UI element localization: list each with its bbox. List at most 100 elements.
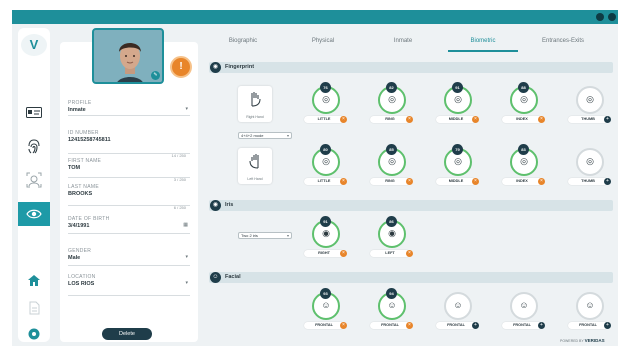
field-value[interactable]: BROOKS <box>68 191 190 197</box>
remove-capture-button[interactable]: × <box>406 178 413 185</box>
rail-item-settings[interactable] <box>18 322 50 346</box>
biometric-slot[interactable]: ◉ 91 RIGHT × <box>304 216 352 260</box>
biometric-slot[interactable]: ◎ 79 MIDDLE × <box>436 144 484 188</box>
field-label: LAST NAME <box>68 184 99 190</box>
biometric-slot[interactable]: ◉ 86 LEFT × <box>370 216 418 260</box>
add-capture-button[interactable]: + <box>472 322 479 329</box>
tab-bar: Biographic Physical Inmate Biometric Ent… <box>204 38 614 52</box>
rail-item-id-card[interactable] <box>18 100 50 124</box>
field-value[interactable]: Male <box>68 255 190 261</box>
chevron-down-icon[interactable]: ▾ <box>185 280 188 286</box>
left-hand-card[interactable]: Left Hand <box>238 148 272 184</box>
remove-capture-button[interactable]: × <box>340 250 347 257</box>
chevron-down-icon[interactable]: ▾ <box>185 106 188 112</box>
calendar-icon[interactable]: ▦ <box>183 222 188 228</box>
biometric-slot[interactable]: ☺ FRONTAL + <box>568 292 616 332</box>
field-value[interactable]: Inmate <box>68 107 190 113</box>
field-value[interactable]: 3/4/1991 <box>68 223 190 229</box>
profile-field[interactable]: LAST NAME BROOKS 6 / 250 <box>68 184 190 210</box>
face-icon: ☺ <box>519 300 529 310</box>
tab-entrances-exits[interactable]: Entrances-Exits <box>528 38 598 44</box>
fingerprint-icon: ◎ <box>520 94 528 104</box>
title-bar <box>12 10 618 24</box>
rail-item-face[interactable] <box>18 168 50 192</box>
face-icon: ☺ <box>210 272 221 283</box>
close-button[interactable] <box>608 13 616 21</box>
add-capture-button[interactable]: + <box>604 178 611 185</box>
slot-label: FRONTAL <box>436 322 476 329</box>
right-hand-card[interactable]: Right Hand <box>238 86 272 122</box>
biometric-slot[interactable]: ☺ FRONTAL + <box>436 292 484 332</box>
remove-capture-button[interactable]: × <box>406 322 413 329</box>
minimize-button[interactable] <box>596 13 604 21</box>
powered-by: POWERED BY VERIDAS <box>560 338 605 343</box>
remove-capture-button[interactable]: × <box>340 116 347 123</box>
remove-capture-button[interactable]: × <box>538 116 545 123</box>
biometric-slot[interactable]: ☺ 94 FRONTAL × <box>370 288 418 332</box>
biometric-slot[interactable]: ◎ 83 INDEX × <box>502 144 550 188</box>
fingerprint-icon: ◎ <box>454 94 462 104</box>
slot-label: INDEX <box>502 116 542 123</box>
capture-ring[interactable]: ◎ <box>576 148 604 176</box>
capture-mode-select[interactable]: 4+4+2 mode ▾ <box>238 132 292 139</box>
rail-item-fingerprint[interactable] <box>18 134 50 158</box>
biometric-slot[interactable]: ◎ THUMB + <box>568 148 616 188</box>
capture-ring[interactable]: ◎ <box>576 86 604 114</box>
biometric-slot[interactable]: ☺ 93 FRONTAL × <box>304 288 352 332</box>
biometric-slot[interactable]: ◎ 91 MIDDLE × <box>436 82 484 126</box>
tab-physical[interactable]: Physical <box>288 38 358 44</box>
profile-field[interactable]: DATE OF BIRTH 3/4/1991 ▦ <box>68 216 190 234</box>
add-capture-button[interactable]: + <box>538 322 545 329</box>
profile-card: ✎ ! PROFILE Inmate ▾ ID NUMBER 1241525874581… <box>60 28 198 342</box>
biometric-slot[interactable]: ◎ 88 INDEX × <box>502 82 550 126</box>
field-value[interactable]: 12415258745811 <box>68 137 190 143</box>
rail-item-home[interactable] <box>18 268 50 292</box>
face-icon: ☺ <box>321 300 331 310</box>
profile-field[interactable]: ID NUMBER 12415258745811 14 / 250 <box>68 130 190 158</box>
remove-capture-button[interactable]: × <box>406 116 413 123</box>
remove-capture-button[interactable]: × <box>472 178 479 185</box>
profile-field[interactable]: FIRST NAME TOM 3 / 250 <box>68 158 190 182</box>
biometric-slot[interactable]: ◎ 85 RING × <box>370 144 418 188</box>
slot-label: THUMB <box>568 116 608 123</box>
slot-label: RING <box>370 178 410 185</box>
delete-button[interactable]: Delete <box>102 328 152 340</box>
tab-biometric[interactable]: Biometric <box>448 38 518 44</box>
capture-ring[interactable]: ☺ <box>444 292 472 320</box>
capture-ring[interactable]: ☺ <box>510 292 538 320</box>
capture-ring[interactable]: ☺ <box>576 292 604 320</box>
field-value[interactable]: LOS RIOS <box>68 281 190 287</box>
profile-field[interactable]: PROFILE Inmate ▾ <box>68 100 190 116</box>
biometric-slot[interactable]: ◎ THUMB + <box>568 86 616 126</box>
fingerprint-section-header: ◉ Fingerprint <box>209 62 613 73</box>
quality-score-badge: 76 <box>320 82 331 93</box>
profile-photo[interactable]: ✎ <box>92 28 164 84</box>
rail-item-document[interactable] <box>18 296 50 320</box>
remove-capture-button[interactable]: × <box>340 322 347 329</box>
iris-mode-select[interactable]: Two 2 iris ▾ <box>238 232 292 239</box>
rail-item-iris[interactable] <box>18 202 50 226</box>
remove-capture-button[interactable]: × <box>538 178 545 185</box>
remove-capture-button[interactable]: × <box>406 250 413 257</box>
profile-field[interactable]: LOCATION LOS RIOS ▾ <box>68 274 190 296</box>
fingerprint-icon: ◎ <box>586 94 594 104</box>
alert-badge[interactable]: ! <box>170 56 192 78</box>
slot-label: MIDDLE <box>436 178 476 185</box>
remove-capture-button[interactable]: × <box>472 116 479 123</box>
biometric-slot[interactable]: ◎ 80 LITTLE × <box>304 144 352 188</box>
biometric-slot[interactable]: ◎ 76 LITTLE × <box>304 82 352 126</box>
powered-by-label: POWERED BY <box>560 339 584 343</box>
biometric-slot[interactable]: ◎ 82 RING × <box>370 82 418 126</box>
remove-capture-button[interactable]: × <box>340 178 347 185</box>
slot-label: FRONTAL <box>370 322 410 329</box>
slot-label: RIGHT <box>304 250 344 257</box>
field-value[interactable]: TOM <box>68 165 190 171</box>
tab-inmate[interactable]: Inmate <box>368 38 438 44</box>
add-capture-button[interactable]: + <box>604 116 611 123</box>
profile-field[interactable]: GENDER Male ▾ <box>68 248 190 266</box>
edit-photo-icon[interactable]: ✎ <box>151 71 160 80</box>
chevron-down-icon[interactable]: ▾ <box>185 254 188 260</box>
add-capture-button[interactable]: + <box>604 322 611 329</box>
biometric-slot[interactable]: ☺ FRONTAL + <box>502 292 550 332</box>
tab-biographic[interactable]: Biographic <box>208 38 278 44</box>
